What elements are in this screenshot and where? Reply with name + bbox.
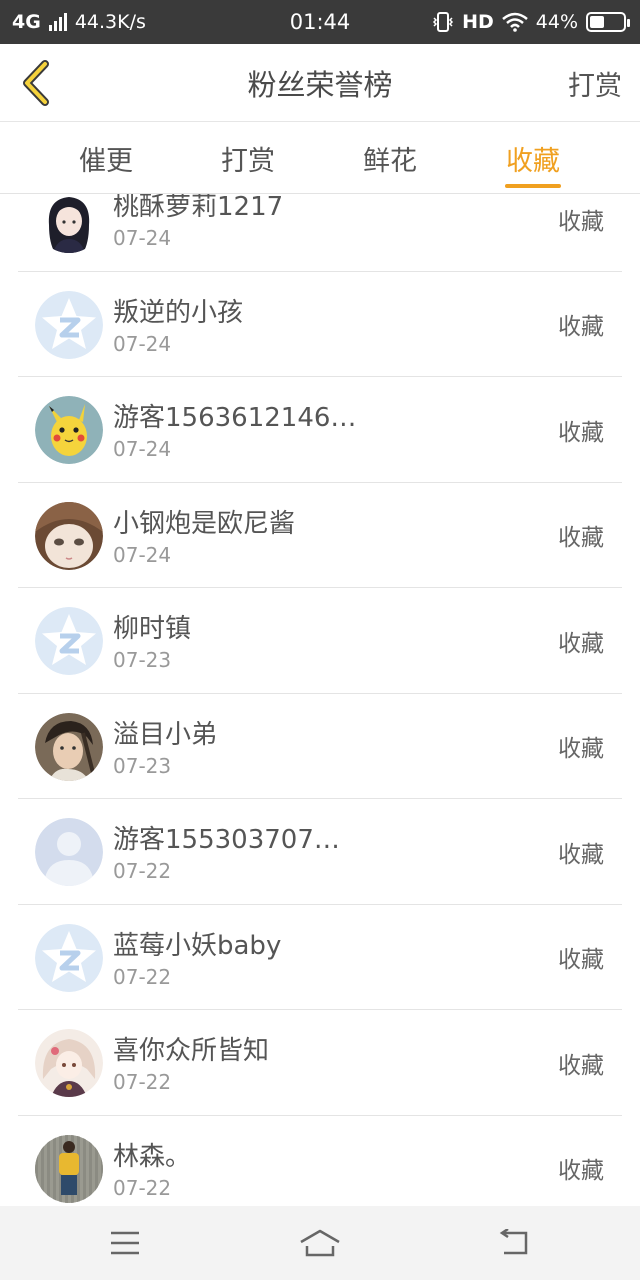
list-item[interactable]: 小钢炮是欧尼酱 07-24 收藏 (18, 483, 622, 588)
favorite-label: 收藏 (558, 630, 604, 657)
list-item[interactable]: 喜你众所皆知 07-22 收藏 (18, 1010, 622, 1116)
status-bar: 4G 44.3K/s 01:44 HD 44% (0, 0, 640, 44)
fan-name: 桃酥萝莉1217 (113, 194, 284, 222)
fan-list[interactable]: 桃酥萝莉1217 07-24 收藏 叛逆的小孩 07-24 收藏 游客15636… (0, 194, 640, 1206)
fan-date: 07-22 (113, 1175, 172, 1200)
menu-button[interactable] (75, 1206, 175, 1280)
favorite-label: 收藏 (558, 947, 604, 973)
fan-date: 07-23 (113, 753, 172, 778)
man-portrait-avatar-icon[interactable] (35, 712, 103, 781)
favorite-label: 收藏 (558, 208, 604, 235)
doll-face-avatar-icon[interactable] (35, 501, 103, 570)
fan-name: 游客1563612146… (113, 403, 357, 433)
fan-date: 07-24 (113, 437, 172, 461)
network-type: 4G (12, 11, 41, 33)
fan-date: 07-22 (113, 1070, 172, 1094)
fan-name: 柳时镇 (113, 614, 192, 644)
fan-name: 游客155303707… (113, 825, 340, 855)
tab-label: 打赏 (221, 145, 275, 177)
favorite-label: 收藏 (558, 1052, 604, 1079)
qq-default-avatar-icon[interactable] (35, 290, 103, 359)
list-item[interactable]: 蓝莓小妖baby 07-22 收藏 (18, 905, 622, 1010)
tab-label: 催更 (79, 145, 133, 177)
vibrate-icon (433, 12, 454, 32)
fan-name: 蓝莓小妖baby (113, 930, 282, 961)
active-tab-indicator (505, 184, 561, 188)
tab-flowers[interactable]: 鲜花 (330, 122, 450, 194)
menu-icon (111, 1231, 139, 1255)
tab-favorites[interactable]: 收藏 (473, 122, 593, 194)
back-button[interactable] (12, 56, 60, 110)
back-nav-button[interactable] (465, 1206, 565, 1280)
tab-reward[interactable]: 打赏 (188, 122, 308, 194)
fan-name: 溢目小弟 (113, 719, 218, 750)
fan-date: 07-22 (113, 859, 172, 883)
favorite-label: 收藏 (558, 736, 604, 762)
favorite-label: 收藏 (558, 841, 604, 868)
home-button[interactable] (270, 1206, 370, 1280)
battery-icon (586, 12, 630, 32)
fan-date: 07-24 (113, 542, 172, 567)
tab-label: 收藏 (506, 145, 560, 177)
favorite-label: 收藏 (558, 1158, 604, 1184)
hd-indicator: HD (462, 11, 494, 33)
anime-girl-avatar-icon[interactable] (35, 1029, 103, 1097)
signal-icon (48, 13, 67, 31)
chevron-left-icon (23, 60, 49, 106)
tab-urge[interactable]: 催更 (46, 122, 166, 194)
fan-date: 07-22 (113, 964, 172, 989)
list-item[interactable]: 游客155303707… 07-22 收藏 (18, 799, 622, 905)
reward-button[interactable]: 打赏 (568, 44, 622, 122)
qq-default-avatar-icon[interactable] (35, 923, 103, 992)
fan-date: 07-24 (113, 331, 172, 356)
tab-bar: 催更 打赏 鲜花 收藏 (0, 122, 640, 194)
list-item[interactable]: 游客1563612146… 07-24 收藏 (18, 377, 622, 483)
pikachu-avatar-icon[interactable] (35, 396, 103, 464)
person-yellow-shirt-avatar-icon[interactable] (35, 1134, 103, 1203)
favorite-label: 收藏 (558, 525, 604, 551)
favorite-label: 收藏 (558, 419, 604, 446)
back-icon (499, 1229, 528, 1255)
tab-label: 鲜花 (363, 145, 417, 177)
clock: 01:44 (289, 10, 351, 34)
page-title: 粉丝荣誉榜 (247, 68, 393, 102)
person-silhouette-avatar-icon[interactable] (35, 818, 103, 886)
fan-date: 07-23 (113, 648, 172, 672)
favorite-label: 收藏 (558, 314, 604, 340)
fan-name: 喜你众所皆知 (113, 1036, 270, 1066)
network-speed: 44.3K/s (74, 11, 146, 33)
home-icon (300, 1229, 340, 1257)
header: 粉丝荣誉榜 打赏 (0, 44, 640, 122)
list-item[interactable]: 柳时镇 07-23 收藏 (18, 588, 622, 694)
fan-name: 叛逆的小孩 (113, 297, 244, 328)
list-item[interactable]: 叛逆的小孩 07-24 收藏 (18, 272, 622, 377)
fan-name: 小钢炮是欧尼酱 (113, 508, 296, 539)
fan-date: 07-24 (113, 226, 172, 250)
qq-default-avatar-icon[interactable] (35, 607, 103, 675)
wifi-icon (501, 12, 528, 32)
list-item[interactable]: 桃酥萝莉1217 07-24 收藏 (18, 194, 622, 272)
list-item[interactable]: 林森。 07-22 收藏 (18, 1116, 622, 1207)
fan-name: 林森。 (113, 1141, 192, 1172)
system-nav-bar (0, 1206, 640, 1280)
list-item[interactable]: 溢目小弟 07-23 收藏 (18, 694, 622, 799)
battery-percent: 44% (535, 11, 578, 33)
girl-avatar-icon[interactable] (35, 194, 103, 253)
